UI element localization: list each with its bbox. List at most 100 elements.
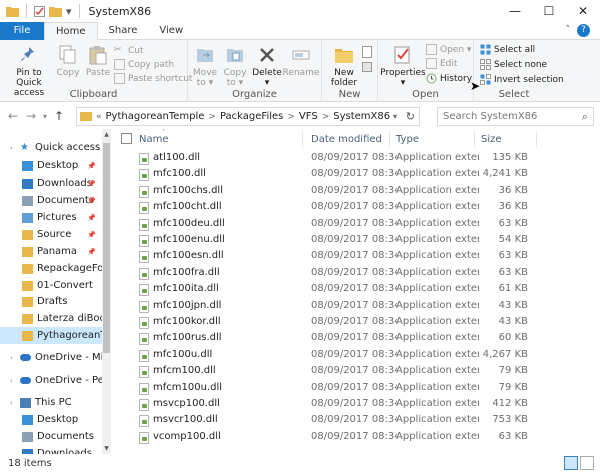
pin-icon[interactable]: 📌 bbox=[87, 231, 96, 239]
help-icon[interactable]: ? bbox=[577, 24, 590, 37]
cut-button[interactable]: ✂ Cut bbox=[114, 45, 144, 56]
file-row[interactable]: mfc100jpn.dll 08/09/2017 08:34 Application… bbox=[112, 299, 600, 314]
new-folder-button[interactable]: New folder bbox=[328, 44, 360, 88]
address-dropdown-chevron-icon[interactable]: ▾ bbox=[393, 112, 397, 121]
file-row[interactable]: mfc100ita.dll 08/09/2017 08:34 Application… bbox=[112, 282, 600, 297]
breadcrumb-separator[interactable]: > bbox=[287, 112, 295, 122]
nav-item-01-convert[interactable]: 01-Convert bbox=[0, 277, 102, 294]
pin-icon[interactable]: 📌 bbox=[87, 162, 96, 170]
customize-toolbar-chevron-icon[interactable]: ▾ bbox=[66, 5, 72, 18]
file-row[interactable]: mfc100u.dll 08/09/2017 08:34 Application e… bbox=[112, 348, 600, 363]
scroll-up-arrow-icon[interactable]: ▲ bbox=[102, 131, 111, 138]
column-divider[interactable] bbox=[536, 131, 537, 147]
breadcrumb-overflow[interactable]: « bbox=[96, 112, 102, 122]
breadcrumb-separator[interactable]: > bbox=[208, 112, 216, 122]
nav-item-drafts[interactable]: Drafts bbox=[0, 293, 102, 310]
breadcrumb-pythagoreantemple[interactable]: PythagoreanTemple bbox=[106, 111, 205, 122]
nav-item-laterza-dibook[interactable]: Laterza diBook bbox=[0, 310, 102, 327]
column-header-date[interactable]: Date modified bbox=[311, 129, 391, 149]
nav-item-desktop[interactable]: Desktop 📌 bbox=[0, 157, 102, 174]
nav-item-pictures[interactable]: Pictures 📌 bbox=[0, 209, 102, 226]
file-row[interactable]: msvcp100.dll 08/09/2017 08:34 Application … bbox=[112, 397, 600, 412]
large-icons-view-icon[interactable] bbox=[580, 456, 594, 470]
copy-to-button[interactable]: Copy to ▾ bbox=[222, 44, 248, 88]
nav-item-panama[interactable]: Panama 📌 bbox=[0, 243, 102, 260]
tab-view[interactable]: View bbox=[148, 22, 194, 40]
address-bar[interactable]: « PythagoreanTemple > PackageFiles > VFS… bbox=[76, 107, 420, 126]
copy-button[interactable]: Copy bbox=[56, 44, 80, 78]
minimize-button[interactable]: — bbox=[498, 0, 532, 22]
nav-item-documents[interactable]: Documents 📌 bbox=[0, 192, 102, 209]
file-row[interactable]: mfc100enu.dll 08/09/2017 08:34 Application… bbox=[112, 233, 600, 248]
file-row[interactable]: atl100.dll 08/09/2017 08:34 Application ex… bbox=[112, 151, 600, 166]
open-button[interactable]: Open ▾ bbox=[426, 44, 471, 55]
copy-path-button[interactable]: Copy path bbox=[114, 59, 174, 70]
properties-check-icon[interactable] bbox=[34, 5, 45, 17]
up-arrow-icon[interactable]: ↑ bbox=[50, 109, 68, 123]
delete-button[interactable]: Delete ▾ bbox=[252, 44, 282, 88]
move-to-button[interactable]: Move to ▾ bbox=[192, 44, 218, 88]
nav-item-downloads[interactable]: Downloads 📌 bbox=[0, 175, 102, 192]
search-input[interactable]: Search SystemX86 ⌕ bbox=[437, 107, 594, 126]
breadcrumb-packagefiles[interactable]: PackageFiles bbox=[220, 111, 283, 122]
nav-item-quick-access[interactable]: › ★ Quick access bbox=[0, 139, 102, 156]
tab-home[interactable]: Home bbox=[44, 22, 98, 41]
nav-item-onedrive-micros[interactable]: › OneDrive - Micros bbox=[0, 349, 102, 366]
nav-item-source[interactable]: Source 📌 bbox=[0, 226, 102, 243]
invert-selection-button[interactable]: Invert selection bbox=[480, 74, 564, 85]
column-header-size[interactable]: Size bbox=[481, 129, 531, 149]
easy-access-icon[interactable] bbox=[362, 62, 372, 72]
nav-item-desktop[interactable]: Desktop bbox=[0, 411, 102, 428]
scroll-down-arrow-icon[interactable]: ▼ bbox=[102, 445, 111, 452]
select-all-checkbox[interactable] bbox=[121, 133, 132, 144]
file-row[interactable]: mfc100cht.dll 08/09/2017 08:34 Application… bbox=[112, 200, 600, 215]
file-row[interactable]: mfc100deu.dll 08/09/2017 08:34 Application… bbox=[112, 217, 600, 232]
column-divider[interactable] bbox=[474, 131, 475, 147]
maximize-button[interactable]: ☐ bbox=[532, 0, 566, 22]
nav-item-pythagoreanten[interactable]: PythagoreanTen bbox=[0, 327, 102, 344]
breadcrumb-systemx86[interactable]: SystemX86 bbox=[333, 111, 390, 122]
tab-file[interactable]: File bbox=[0, 22, 44, 40]
file-row[interactable]: mfcm100.dll 08/09/2017 08:34 Application e… bbox=[112, 364, 600, 379]
recent-locations-chevron-icon[interactable]: ▾ bbox=[40, 112, 50, 121]
breadcrumb-vfs[interactable]: VFS bbox=[299, 111, 318, 122]
refresh-icon[interactable]: ↻ bbox=[406, 110, 415, 123]
file-row[interactable]: mfc100rus.dll 08/09/2017 08:34 Application… bbox=[112, 331, 600, 346]
paste-button[interactable]: Paste bbox=[84, 44, 112, 78]
file-row[interactable]: mfc100fra.dll 08/09/2017 08:34 Application… bbox=[112, 266, 600, 281]
expand-chevron-icon[interactable]: › bbox=[10, 144, 20, 152]
file-row[interactable]: mfcm100u.dll 08/09/2017 08:34 Application … bbox=[112, 381, 600, 396]
rename-button[interactable]: Rename bbox=[283, 44, 319, 78]
file-row[interactable]: mfc100kor.dll 08/09/2017 08:34 Application… bbox=[112, 315, 600, 330]
file-row[interactable]: mfc100.dll 08/09/2017 08:34 Application ex… bbox=[112, 167, 600, 182]
file-row[interactable]: vcomp100.dll 08/09/2017 08:34 Application … bbox=[112, 430, 600, 445]
nav-item-downloads[interactable]: Downloads bbox=[0, 445, 102, 454]
nav-item-this-pc[interactable]: › This PC bbox=[0, 394, 102, 411]
edit-button[interactable]: Edit bbox=[426, 58, 457, 69]
column-header-name[interactable]: Name bbox=[139, 129, 299, 149]
column-divider[interactable] bbox=[389, 131, 390, 147]
column-header-type[interactable]: Type bbox=[396, 129, 476, 149]
pin-icon[interactable]: 📌 bbox=[87, 180, 96, 188]
file-row[interactable]: mfc100chs.dll 08/09/2017 08:34 Application… bbox=[112, 184, 600, 199]
select-none-button[interactable]: Select none bbox=[480, 59, 547, 70]
properties-button[interactable]: Properties ▾ bbox=[380, 44, 426, 88]
back-arrow-icon[interactable]: ← bbox=[4, 109, 22, 123]
select-all-button[interactable]: Select all bbox=[480, 44, 535, 55]
paste-shortcut-button[interactable]: Paste shortcut bbox=[114, 73, 192, 84]
minimize-ribbon-chevron-icon[interactable]: ˄ bbox=[566, 25, 571, 35]
details-view-icon[interactable] bbox=[564, 456, 578, 470]
nav-item-repackagefo[interactable]: RepackageFo bbox=[0, 260, 102, 277]
forward-arrow-icon[interactable]: → bbox=[22, 109, 40, 123]
pin-icon[interactable]: 📌 bbox=[87, 197, 96, 205]
breadcrumb-separator[interactable]: > bbox=[322, 112, 330, 122]
scrollbar-thumb[interactable] bbox=[103, 143, 110, 353]
history-button[interactable]: History bbox=[426, 73, 472, 84]
nav-scrollbar[interactable]: ▲ ▼ bbox=[102, 129, 111, 454]
new-item-icon[interactable] bbox=[362, 46, 372, 58]
file-row[interactable]: mfc100esn.dll 08/09/2017 08:34 Application… bbox=[112, 249, 600, 264]
close-button[interactable]: ✕ bbox=[566, 0, 600, 22]
nav-item-documents[interactable]: Documents bbox=[0, 428, 102, 445]
nav-item-onedrive-person[interactable]: › OneDrive - Person bbox=[0, 372, 102, 389]
expand-chevron-icon[interactable]: › bbox=[10, 354, 20, 362]
